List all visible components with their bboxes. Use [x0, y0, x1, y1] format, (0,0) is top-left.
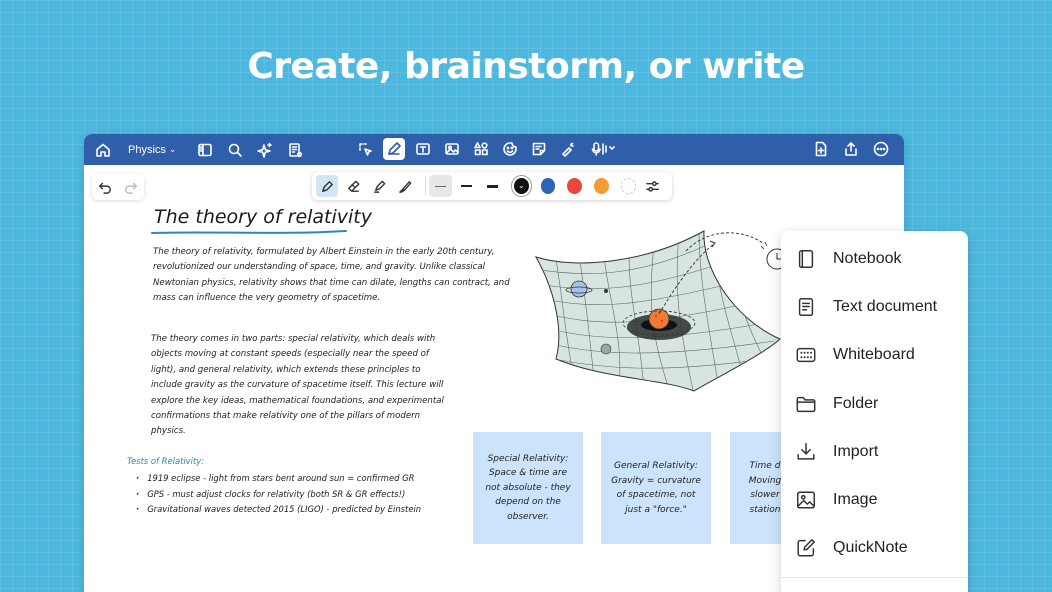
menu-item-label: QuickNote: [833, 539, 908, 557]
undo-redo-group: [92, 174, 144, 200]
notebook-name: Physics: [128, 143, 166, 156]
menu-item-text-document[interactable]: Text document: [781, 283, 968, 331]
text-box-icon[interactable]: [412, 138, 434, 160]
ai-sparkle-icon[interactable]: [254, 139, 276, 161]
menu-item-import[interactable]: Import: [781, 428, 968, 476]
eraser-icon[interactable]: [342, 175, 364, 197]
pen-toolbar: ⌄: [312, 172, 672, 200]
image-icon: [793, 487, 819, 513]
menu-item-quicknote[interactable]: QuickNote: [781, 524, 968, 572]
thin-line-option[interactable]: [429, 175, 452, 197]
menu-item-label: Image: [833, 491, 878, 509]
chevron-down-icon: ⌄: [517, 181, 525, 190]
color-swatch-red[interactable]: [567, 178, 583, 194]
tests-list: 1919 eclipse - light from stars bent aro…: [136, 471, 421, 518]
right-toolbar: [806, 138, 896, 160]
menu-item-image[interactable]: Image: [781, 476, 968, 524]
color-swatch-blue[interactable]: [540, 178, 556, 194]
fountain-pen-icon[interactable]: [316, 175, 339, 197]
quicknote-icon: [793, 535, 819, 561]
list-item: GPS - must adjust clocks for relativity …: [136, 487, 421, 503]
note-title: The theory of relativity: [154, 206, 372, 228]
menu-item-label: Text document: [833, 298, 938, 316]
sticky-note-icon[interactable]: [528, 138, 550, 160]
import-icon: [793, 439, 819, 465]
page-settings-icon[interactable]: [284, 139, 306, 161]
undo-icon[interactable]: [98, 180, 112, 194]
list-item: Gravitational waves detected 2015 (LIGO)…: [136, 502, 421, 518]
notebook-selector[interactable]: Physics ⌄: [122, 142, 182, 158]
text-document-icon: [793, 294, 819, 320]
redo-icon[interactable]: [124, 180, 138, 194]
laser-pointer-icon[interactable]: [557, 138, 579, 160]
menu-item-notebook[interactable]: Notebook: [781, 235, 968, 283]
brush-icon[interactable]: [394, 175, 416, 197]
headline: Create, brainstorm, or write: [247, 46, 805, 87]
medium-line-option[interactable]: [456, 175, 478, 197]
spacetime-illustration: [534, 230, 784, 392]
insert-image-icon[interactable]: [441, 138, 463, 160]
folder-icon: [793, 391, 819, 417]
lasso-select-icon[interactable]: [354, 138, 376, 160]
tests-heading: Tests of Relativity:: [127, 456, 205, 466]
menu-item-label: Folder: [833, 394, 879, 412]
list-item: 1919 eclipse - light from stars bent aro…: [136, 471, 421, 487]
divider: [781, 577, 968, 579]
search-icon[interactable]: [224, 139, 246, 161]
menu-item-folder[interactable]: Folder: [781, 380, 968, 428]
add-page-icon[interactable]: [810, 138, 832, 160]
color-swatch-black[interactable]: ⌄: [513, 178, 529, 194]
home-icon[interactable]: [92, 139, 114, 161]
sticky-note[interactable]: Special Relativity: Space & time are not…: [473, 432, 583, 544]
divider: [424, 177, 426, 195]
title-underline: [151, 230, 347, 234]
paragraph-2: The theory comes in two parts: special r…: [151, 334, 444, 437]
whiteboard-icon: [793, 342, 819, 368]
top-toolbar: Physics ⌄: [84, 134, 904, 165]
color-swatch-orange[interactable]: [594, 178, 609, 194]
menu-item-label: Whiteboard: [833, 346, 915, 364]
chevron-down-icon: ⌄: [168, 144, 177, 154]
color-swatch-empty[interactable]: [620, 178, 636, 194]
tool-group: [354, 138, 627, 160]
shapes-icon[interactable]: [470, 138, 492, 160]
notebook-icon: [793, 246, 819, 272]
menu-item-label: Import: [833, 442, 879, 460]
sticky-note[interactable]: General Relativity: Gravity = curvature …: [601, 432, 711, 544]
pen-tool-icon[interactable]: [383, 138, 405, 160]
new-item-menu: Notebook Text document Whiteboard Folder…: [781, 231, 968, 592]
more-options-icon[interactable]: [870, 138, 892, 160]
menu-item-whiteboard[interactable]: Whiteboard: [781, 331, 968, 379]
microphone-icon[interactable]: [586, 138, 620, 160]
menu-item-label: Notebook: [833, 250, 902, 268]
thick-line-option[interactable]: [482, 175, 504, 197]
sticker-icon[interactable]: [499, 138, 521, 160]
sidebar-toggle-icon[interactable]: [194, 139, 216, 161]
paragraph-1: The theory of relativity, formulated by …: [153, 247, 510, 304]
pen-settings-icon[interactable]: [642, 175, 664, 197]
highlighter-icon[interactable]: [368, 175, 390, 197]
share-icon[interactable]: [840, 138, 862, 160]
